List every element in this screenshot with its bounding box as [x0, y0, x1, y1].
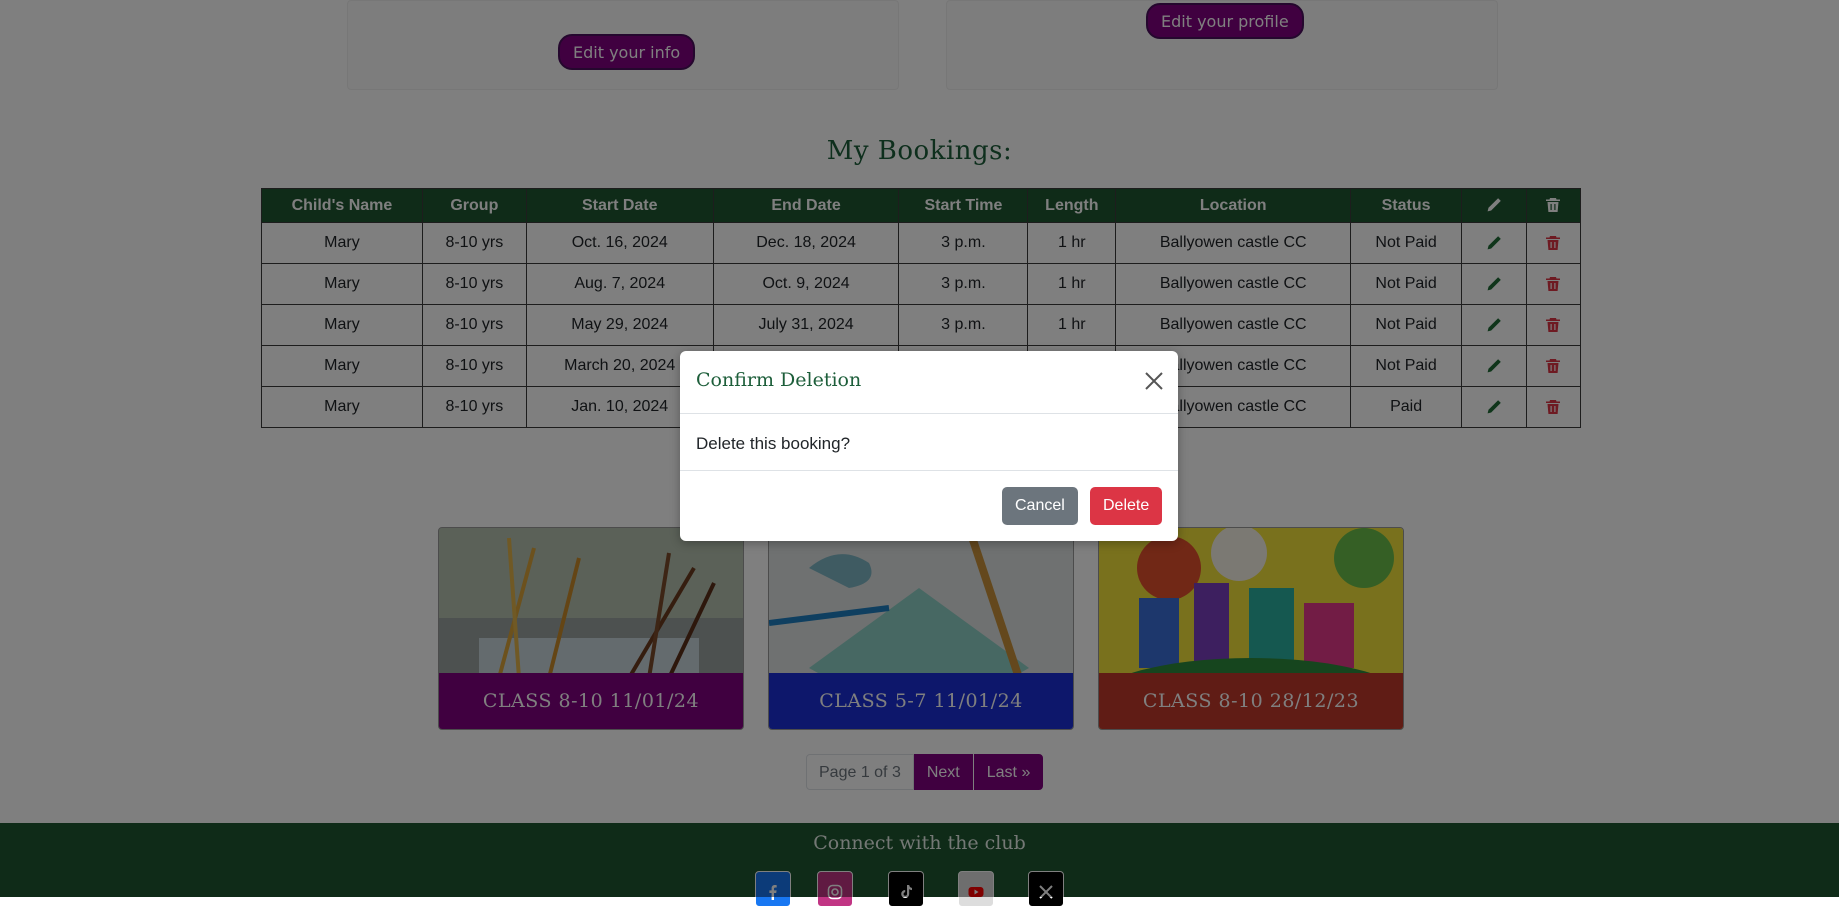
cancel-button[interactable]: Cancel	[1002, 487, 1078, 525]
modal-body-text: Delete this booking?	[696, 434, 851, 453]
modal-footer: Cancel Delete	[680, 470, 1178, 542]
page: Edit your info Edit your profile My Book…	[0, 0, 1839, 907]
modal-header: Confirm Deletion	[680, 351, 1178, 414]
confirm-deletion-modal: Confirm Deletion Delete this booking? Ca…	[680, 351, 1178, 541]
delete-button[interactable]: Delete	[1090, 487, 1163, 525]
close-icon[interactable]	[1144, 371, 1164, 391]
modal-title: Confirm Deletion	[696, 369, 862, 391]
